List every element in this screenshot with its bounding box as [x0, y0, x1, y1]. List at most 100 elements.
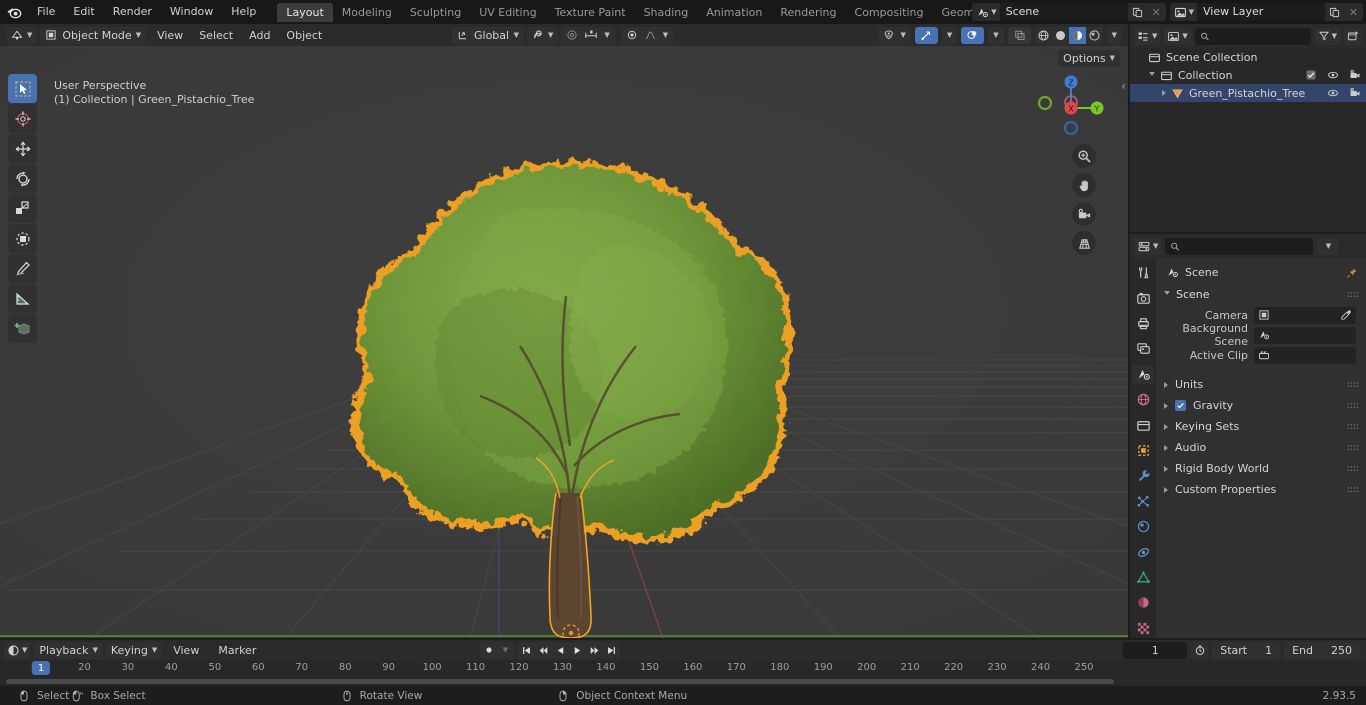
workspace-tab-modeling[interactable]: Modeling	[333, 3, 401, 22]
options-dropdown[interactable]: Options ▼	[1058, 50, 1120, 67]
shading-mode-group[interactable]	[1034, 26, 1103, 44]
scene-copy-button[interactable]	[1127, 3, 1147, 21]
view-layer-browse-icon[interactable]: ▼	[1169, 3, 1197, 21]
gizmo-toggle[interactable]	[914, 26, 938, 44]
properties-tab-scene[interactable]	[1132, 364, 1154, 385]
viewport-canvas[interactable]	[0, 46, 1128, 638]
properties-editor[interactable]: ▼ ▼ Scene Scene Camera Background Scene …	[1130, 234, 1366, 638]
outliner-search-input[interactable]	[1213, 29, 1306, 43]
workspace-tab-rendering[interactable]: Rendering	[771, 3, 845, 22]
zoom-view-button[interactable]	[1072, 144, 1096, 168]
timeline-menu-playback[interactable]: Playback ▼	[34, 641, 103, 659]
outliner-row[interactable]: Scene Collection	[1130, 48, 1366, 66]
chevron-right-icon[interactable]	[1164, 444, 1168, 451]
next-keyframe-button[interactable]	[586, 641, 603, 659]
transform-orientation-dropdown[interactable]: Global ▼	[452, 26, 524, 44]
properties-tab-particles[interactable]	[1132, 492, 1154, 511]
shading-options-dropdown[interactable]: ▼	[1106, 26, 1122, 44]
properties-tab-collection[interactable]	[1132, 415, 1154, 434]
workspace-tab-uv-editing[interactable]: UV Editing	[470, 3, 545, 22]
timeline-ruler[interactable]: 1020304050607080901001101201301401501601…	[0, 660, 1366, 676]
view-layer-unlink-button[interactable]: ✕	[1344, 3, 1363, 21]
workspace-tab-sculpting[interactable]: Sculpting	[401, 3, 470, 22]
rotate-tool[interactable]	[8, 164, 37, 193]
view-layer-copy-button[interactable]	[1325, 3, 1344, 21]
jump-to-end-button[interactable]	[603, 641, 620, 659]
auto-keying-toggle[interactable]	[480, 641, 497, 659]
menu-file[interactable]: File	[28, 3, 64, 21]
viewport-menu-select[interactable]: Select	[191, 27, 241, 44]
outliner-search-box[interactable]	[1194, 27, 1311, 45]
proportional-editing-toggle[interactable]: ▼	[561, 26, 615, 44]
annotate-tool[interactable]	[8, 254, 37, 283]
viewport-menu-object[interactable]: Object	[278, 27, 330, 44]
property-field-background-scene[interactable]	[1254, 326, 1356, 344]
view-layer-name-field[interactable]: View Layer	[1197, 3, 1325, 21]
properties-section-gravity[interactable]: Gravity	[1156, 395, 1366, 416]
properties-tab-view-layer[interactable]	[1132, 339, 1154, 358]
visibility-dropdown[interactable]: ▼	[878, 26, 911, 44]
new-collection-button[interactable]	[1344, 27, 1362, 45]
overlays-options-dropdown[interactable]: ▼	[988, 26, 1004, 44]
checkbox-icon[interactable]	[1175, 400, 1186, 411]
properties-tab-modifiers[interactable]	[1132, 466, 1154, 485]
camera-icon[interactable]	[1349, 69, 1361, 81]
properties-tab-tool[interactable]	[1132, 263, 1154, 282]
properties-section-rigid-body-world[interactable]: Rigid Body World	[1156, 458, 1366, 479]
frame-range-end[interactable]: End 250	[1284, 641, 1360, 659]
use-preview-range-button[interactable]	[1191, 641, 1209, 659]
properties-options-dropdown[interactable]: ▼	[1317, 237, 1340, 255]
scene-selector[interactable]: ▼ Scene ✕	[972, 3, 1166, 21]
workspace-tab-layout[interactable]: Layout	[277, 2, 333, 22]
menu-render[interactable]: Render	[104, 3, 161, 21]
editor-type-button[interactable]: ▼	[6, 26, 38, 44]
sidebar-expand-arrow[interactable]: ‹	[1121, 79, 1126, 93]
chevron-right-icon[interactable]	[1164, 486, 1168, 493]
pan-view-button[interactable]	[1072, 173, 1096, 197]
workspace-tab-animation[interactable]: Animation	[697, 3, 771, 22]
properties-search-input[interactable]	[1184, 239, 1309, 253]
properties-tab-rail[interactable]	[1130, 258, 1156, 638]
menu-edit[interactable]: Edit	[64, 3, 103, 21]
overlays-toggle[interactable]	[961, 26, 985, 44]
snap-toggle[interactable]: ▼	[527, 26, 559, 44]
move-tool[interactable]	[8, 134, 37, 163]
outliner-filter-button[interactable]: ▼	[1314, 27, 1340, 45]
outliner-tree[interactable]: Scene Collection Collection Green_Pistachi…	[1130, 48, 1366, 102]
properties-tab-physics[interactable]	[1132, 517, 1154, 536]
properties-tab-output[interactable]	[1132, 314, 1154, 333]
shading-mode-rendered[interactable]	[1086, 27, 1103, 44]
auto-keying-group[interactable]: ▼	[480, 641, 514, 659]
properties-section-audio[interactable]: Audio	[1156, 437, 1366, 458]
timeline-scrollbar[interactable]	[0, 677, 1366, 686]
workspace-tab-texture-paint[interactable]: Texture Paint	[546, 3, 635, 22]
view-axis-gizmo[interactable]: Z Y X	[1036, 70, 1106, 140]
properties-tab-material[interactable]	[1132, 593, 1154, 612]
checkbox-icon[interactable]	[1305, 69, 1317, 81]
eyedropper-icon[interactable]	[1340, 309, 1352, 321]
outliner-editor-type-button[interactable]: ▼	[1134, 27, 1161, 45]
scale-tool[interactable]	[8, 194, 37, 223]
menu-window[interactable]: Window	[161, 3, 222, 21]
chevron-down-icon[interactable]	[1149, 71, 1155, 79]
outliner-editor[interactable]: ▼ ▼ ▼ Scene Collection Collection Green_Pi…	[1130, 24, 1366, 232]
view-layer-selector[interactable]: ▼ View Layer ✕	[1169, 3, 1363, 21]
toggle-ortho-button[interactable]	[1072, 231, 1096, 255]
gizmo-options-dropdown[interactable]: ▼	[941, 26, 958, 44]
shading-mode-material-preview[interactable]	[1068, 26, 1086, 44]
properties-tab-object[interactable]	[1132, 441, 1154, 460]
auto-keying-options[interactable]: ▼	[497, 641, 514, 659]
outliner-display-mode-button[interactable]: ▼	[1164, 27, 1191, 45]
pin-icon[interactable]	[1346, 267, 1358, 279]
3d-viewport[interactable]: ▼ Object Mode ▼ View Select Add Object Glob…	[0, 24, 1128, 638]
viewport-scene[interactable]	[0, 46, 1128, 638]
shading-mode-wireframe[interactable]	[1035, 27, 1052, 44]
camera-view-button[interactable]	[1072, 202, 1096, 226]
jump-to-start-button[interactable]	[518, 641, 535, 659]
proportional-falloff-dropdown[interactable]: ▼	[620, 26, 674, 44]
chevron-right-icon[interactable]	[1164, 465, 1168, 472]
workspace-tab-shading[interactable]: Shading	[635, 3, 698, 22]
properties-editor-type-button[interactable]: ▼	[1134, 237, 1162, 255]
properties-tab-world[interactable]	[1132, 390, 1154, 409]
eye-icon[interactable]	[1327, 69, 1339, 81]
